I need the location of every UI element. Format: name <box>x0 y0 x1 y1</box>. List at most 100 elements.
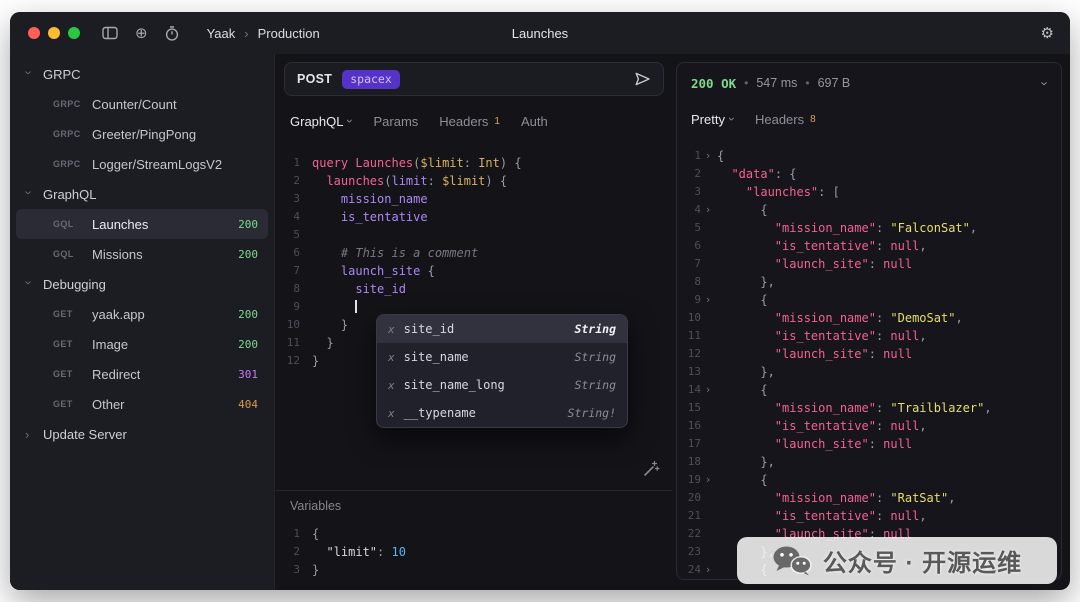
code-content: { <box>715 201 768 219</box>
fold-chevron-icon <box>300 352 310 370</box>
syntax-token: }, <box>717 275 775 289</box>
tab-label: Headers <box>439 114 488 129</box>
option-name: site_name <box>404 350 469 364</box>
tab-params[interactable]: Params <box>373 114 418 129</box>
format-wand-icon[interactable] <box>643 460 660 477</box>
tab-count-badge: 8 <box>810 114 816 125</box>
toggle-sidebar-icon[interactable] <box>102 26 118 40</box>
syntax-token <box>717 239 775 253</box>
code-content: "launch_site": null <box>715 345 912 363</box>
line-number: 7 <box>677 255 701 273</box>
request-name: Launches <box>92 217 148 232</box>
syntax-token: $limit <box>420 156 463 170</box>
sidebar-item-other[interactable]: GET Other 404 <box>16 389 268 419</box>
tab-pretty[interactable]: Pretty › <box>691 112 734 127</box>
new-request-icon[interactable]: ⊕ <box>135 26 148 41</box>
line-number: 4 <box>276 208 300 226</box>
sidebar-group-debugging[interactable]: › Debugging <box>16 269 268 299</box>
tab-graphql[interactable]: GraphQL › <box>290 114 352 129</box>
code-line: 15 "mission_name": "Trailblazer", <box>677 399 1061 417</box>
sidebar-item-greeter-pingpong[interactable]: GRPC Greeter/PingPong <box>16 119 268 149</box>
status-code-badge: 200 <box>238 218 258 231</box>
syntax-token: : <box>869 347 883 361</box>
request-name: Other <box>92 397 125 412</box>
sidebar-item-logger-streamlogsv2[interactable]: GRPC Logger/StreamLogsV2 <box>16 149 268 179</box>
autocomplete-option-__typename[interactable]: x __typename String! <box>377 399 627 427</box>
fold-chevron-icon <box>701 417 715 435</box>
fold-chevron-icon <box>300 316 310 334</box>
autocomplete-option-site_name_long[interactable]: x site_name_long String <box>377 371 627 399</box>
sidebar-item-missions[interactable]: GQL Missions 200 <box>16 239 268 269</box>
sidebar-item-yaak-app[interactable]: GET yaak.app 200 <box>16 299 268 329</box>
code-content: "is_tentative": null, <box>715 417 927 435</box>
settings-gear-icon[interactable]: ⚙ <box>1041 24 1054 42</box>
syntax-token: $limit <box>442 174 485 188</box>
fold-chevron-icon[interactable]: › <box>701 291 715 309</box>
sidebar-item-counter-count[interactable]: GRPC Counter/Count <box>16 89 268 119</box>
response-json-viewer[interactable]: 1 › { 2 "data": { 3 "launches": [ 4 › { … <box>677 147 1061 579</box>
syntax-token: "mission_name" <box>775 491 876 505</box>
environment-name[interactable]: Production <box>258 26 320 41</box>
fold-chevron-icon[interactable]: › <box>701 471 715 489</box>
syntax-token: limit <box>391 174 427 188</box>
url-template-badge[interactable]: spacex <box>342 70 400 89</box>
fold-chevron-icon <box>701 309 715 327</box>
code-line: 1 { <box>276 525 672 543</box>
syntax-token: "is_tentative" <box>775 239 876 253</box>
code-line: 7 "launch_site": null <box>677 255 1061 273</box>
syntax-token: "DemoSat" <box>890 311 955 325</box>
line-number: 1 <box>276 525 300 543</box>
window-controls <box>10 27 80 39</box>
sidebar-group-graphql[interactable]: › GraphQL <box>16 179 268 209</box>
line-number: 21 <box>677 507 701 525</box>
fold-chevron-icon[interactable]: › <box>701 561 715 579</box>
syntax-token: "data" <box>731 167 774 181</box>
chevron-down-icon[interactable]: › <box>1037 81 1052 85</box>
code-content: "launch_site": null <box>715 435 912 453</box>
code-content: { <box>715 147 724 165</box>
code-content: "mission_name": "RatSat", <box>715 489 955 507</box>
variables-editor[interactable]: 1 { 2 "limit": 10 3 } <box>276 525 672 579</box>
close-window-button[interactable] <box>28 27 40 39</box>
syntax-token: "is_tentative" <box>775 509 876 523</box>
code-content: "is_tentative": null, <box>715 237 927 255</box>
syntax-token: : <box>869 257 883 271</box>
code-line: 2 "data": { <box>677 165 1061 183</box>
fold-chevron-icon[interactable]: › <box>701 201 715 219</box>
bullet-separator: • <box>744 76 748 90</box>
url-bar[interactable]: POST spacex <box>284 62 664 96</box>
code-content: "mission_name": "DemoSat", <box>715 309 963 327</box>
line-number: 7 <box>276 262 300 280</box>
option-name: site_name_long <box>404 378 505 392</box>
history-timer-icon[interactable] <box>165 26 179 41</box>
tab-headers[interactable]: Headers 8 <box>755 112 816 127</box>
code-line: 3 mission_name <box>276 190 672 208</box>
autocomplete-option-site_name[interactable]: x site_name String <box>377 343 627 371</box>
tab-headers[interactable]: Headers 1 <box>439 114 500 129</box>
syntax-token: is_tentative <box>312 210 428 224</box>
syntax-token: site_id <box>312 282 406 296</box>
tab-auth[interactable]: Auth <box>521 114 548 129</box>
autocomplete-option-site_id[interactable]: x site_id String <box>377 315 627 343</box>
sidebar-item-image[interactable]: GET Image 200 <box>16 329 268 359</box>
sidebar-group-grpc[interactable]: › GRPC <box>16 59 268 89</box>
workspace-name[interactable]: Yaak <box>207 26 236 41</box>
send-request-icon[interactable] <box>634 71 651 87</box>
sidebar-item-redirect[interactable]: GET Redirect 301 <box>16 359 268 389</box>
code-line: 12 "launch_site": null <box>677 345 1061 363</box>
code-content: mission_name <box>310 190 428 208</box>
code-line: 7 launch_site { <box>276 262 672 280</box>
fold-chevron-icon[interactable]: › <box>701 147 715 165</box>
code-line: 3 } <box>276 561 672 579</box>
fold-chevron-icon <box>701 543 715 561</box>
fold-chevron-icon <box>300 298 310 316</box>
zoom-window-button[interactable] <box>68 27 80 39</box>
response-panel: 200 OK • 547 ms • 697 B › Pretty › Heade… <box>676 62 1062 580</box>
code-line: 4 › { <box>677 201 1061 219</box>
sidebar-group-update-server[interactable]: › Update Server <box>16 419 268 449</box>
sidebar-item-launches[interactable]: GQL Launches 200 <box>16 209 268 239</box>
code-content: # This is a comment <box>310 244 478 262</box>
fold-chevron-icon[interactable]: › <box>701 381 715 399</box>
minimize-window-button[interactable] <box>48 27 60 39</box>
code-content: query Launches($limit: Int) { <box>310 154 522 172</box>
